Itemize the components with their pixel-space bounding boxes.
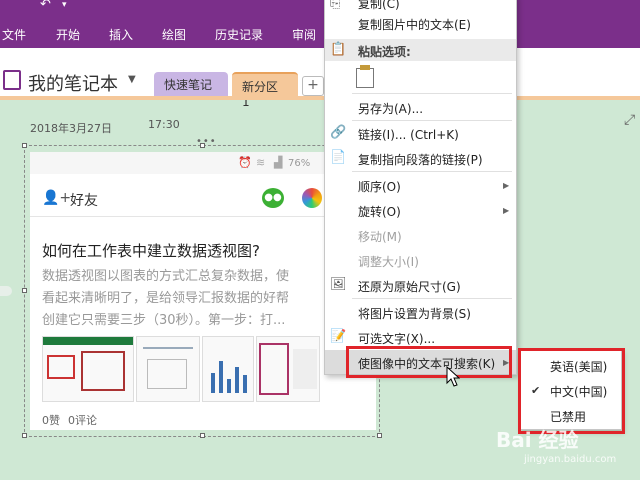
submenu-arrow-icon: ▶ <box>503 206 510 215</box>
watermark-logo: Bai 经验 <box>496 428 579 452</box>
battery-percent: 76% <box>288 158 311 169</box>
expand-icon[interactable]: ⤢ <box>624 112 635 128</box>
tab-file[interactable]: 文件 <box>2 26 26 43</box>
article-thumbnail <box>42 336 134 402</box>
submenu-arrow-icon: ▶ <box>503 181 510 190</box>
tab-new-section-1[interactable]: 新分区 1 <box>232 72 298 109</box>
menu-item-copy-paragraph-link[interactable]: 复制指向段落的链接(P) <box>358 151 483 168</box>
mouse-cursor-icon <box>446 366 460 387</box>
menu-item-save-as[interactable]: 另存为(A)... <box>358 100 423 117</box>
ribbon <box>0 0 640 48</box>
menu-separator <box>352 93 512 94</box>
add-friend-icon: 👤+ <box>42 190 72 206</box>
tab-insert[interactable]: 插入 <box>109 26 133 43</box>
page-handle[interactable] <box>0 286 12 296</box>
article-line: 看起来清晰明了，是给领导汇报数据的好帮 <box>42 291 290 306</box>
menu-item-resize: 调整大小(I) <box>358 255 419 269</box>
add-section-button[interactable]: + <box>302 76 324 96</box>
article-line: 数据透视图以图表的方式汇总复杂数据，使 <box>42 269 290 284</box>
move-handle-icon[interactable]: ••• <box>196 136 217 147</box>
menu-item-move: 移动(M) <box>358 230 402 244</box>
paste-options-header <box>325 39 516 61</box>
paragraph-link-icon: 📄 <box>330 150 347 165</box>
restore-size-icon: 🖼 <box>330 277 347 292</box>
menu-item-copy[interactable]: 复制(C) <box>358 0 400 12</box>
tab-home[interactable]: 开始 <box>56 26 80 43</box>
notebook-title[interactable]: 我的笔记本 <box>28 70 118 96</box>
resize-handle[interactable] <box>200 433 205 438</box>
page-time: 17:30 <box>148 118 180 131</box>
article-thumbnail <box>256 336 320 402</box>
tab-history[interactable]: 历史记录 <box>215 26 263 43</box>
clipboard-icon: 📋 <box>330 42 347 57</box>
chevron-down-icon[interactable]: ▼ <box>128 74 136 85</box>
menu-item-restore-original-size[interactable]: 还原为原始尺寸(G) <box>358 278 461 295</box>
tab-review[interactable]: 审阅 <box>292 26 316 43</box>
article-summary: 数据透视图以图表的方式汇总复杂数据，使 看起来清晰明了，是给领导汇报数据的好帮 … <box>42 266 340 332</box>
undo-icon[interactable]: ↶ <box>40 0 51 12</box>
copy-icon: ⎘ <box>330 0 341 11</box>
page-date: 2018年3月27日 <box>30 122 112 135</box>
menu-item-alt-text[interactable]: 可选文字(X)... <box>358 330 435 347</box>
article-title: 如何在工作表中建立数据透视图? <box>42 242 260 260</box>
alt-text-icon: 📝 <box>330 329 347 344</box>
resize-handle[interactable] <box>22 288 27 293</box>
wifi-icon: ≋ <box>256 156 266 169</box>
section-color-bar <box>0 96 640 100</box>
wechat-icon: ●● <box>262 188 284 208</box>
resize-handle[interactable] <box>377 433 382 438</box>
menu-item-copy-text-from-picture[interactable]: 复制图片中的文本(E) <box>358 16 471 33</box>
watermark-url: jingyan.baidu.com <box>524 454 617 465</box>
menu-item-link[interactable]: 链接(I)... (Ctrl+K) <box>358 126 459 143</box>
qat-dropdown-icon[interactable]: ▾ <box>62 0 67 10</box>
alarm-icon: ⏰ <box>238 156 252 169</box>
article-thumbnail <box>136 336 200 402</box>
menu-item-set-as-background[interactable]: 将图片设置为背景(S) <box>358 305 471 322</box>
comments-count: 0评论 <box>68 414 97 427</box>
menu-separator <box>352 120 512 121</box>
friend-label: 好友 <box>70 193 98 209</box>
annotation-box <box>346 346 512 378</box>
resize-handle[interactable] <box>22 143 27 148</box>
signal-icon: ▟ <box>274 156 283 169</box>
paste-options-label: 粘贴选项: <box>358 45 411 59</box>
menu-separator <box>352 171 512 172</box>
resize-handle[interactable] <box>22 433 27 438</box>
moments-icon <box>302 188 322 208</box>
notebook-icon <box>3 70 21 90</box>
likes-count: 0赞 <box>42 414 60 427</box>
tab-draw[interactable]: 绘图 <box>162 26 186 43</box>
article-line: 创建它只需要三步（30秒）。第一步：打... <box>42 313 286 328</box>
menu-item-rotate[interactable]: 旋转(O) <box>358 203 401 220</box>
paste-picture-icon[interactable] <box>356 65 374 88</box>
menu-item-order[interactable]: 顺序(O) <box>358 178 401 195</box>
article-thumbnail <box>202 336 254 402</box>
menu-separator <box>352 298 512 299</box>
link-icon: 🔗 <box>330 125 347 140</box>
annotation-box <box>518 348 625 434</box>
tab-quick-notes[interactable]: 快速笔记 <box>154 72 228 96</box>
